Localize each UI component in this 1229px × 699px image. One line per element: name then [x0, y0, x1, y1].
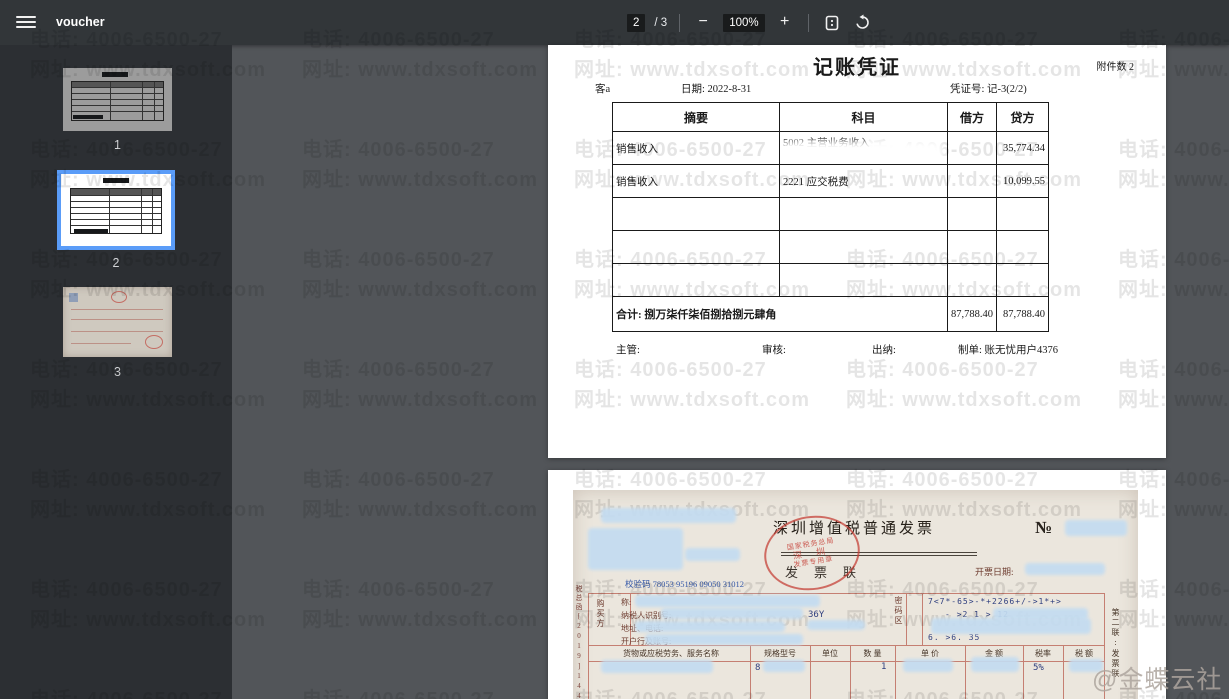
item-col-unit: 单位 — [812, 648, 848, 659]
thumbnail-image — [63, 287, 172, 357]
pdf-page-3: 深圳增值税普通发票 发票联 № 开票日期: 校验码 78053 95196 09… — [548, 470, 1166, 699]
page-total-label: / 3 — [654, 17, 667, 29]
item-col-taxrate: 税率 — [1025, 648, 1061, 659]
password-section-label: 密码区 — [893, 596, 904, 626]
cell-account — [780, 231, 948, 264]
thumbnail-label: 1 — [63, 138, 172, 152]
cell-debit — [948, 231, 997, 264]
cell-account — [780, 198, 948, 231]
taxid-suffix: 36Y — [808, 610, 824, 620]
password-text: 7<7*-65>-*+2266+/->1*+> — [928, 597, 1062, 606]
item-col-taxamt: 税 额 — [1065, 648, 1103, 659]
cell-debit — [948, 198, 997, 231]
col-header-credit: 贷方 — [997, 103, 1049, 132]
cell-summary: 销售收入 — [613, 165, 780, 198]
toolbar-divider — [808, 14, 809, 32]
item-taxrate-value: 5% — [1033, 663, 1044, 673]
cell-credit — [997, 264, 1049, 297]
table-row — [613, 231, 1049, 264]
cell-debit — [948, 132, 997, 165]
zoom-in-button[interactable]: + — [774, 12, 796, 34]
cell-debit — [948, 264, 997, 297]
item-qty-value: 1 — [881, 662, 886, 672]
invoice-scan: 深圳增值税普通发票 发票联 № 开票日期: 校验码 78053 95196 09… — [573, 490, 1138, 699]
invoice-date-label: 开票日期: — [975, 565, 1014, 578]
document-title: voucher — [56, 15, 105, 29]
item-col-price: 单 价 — [897, 648, 963, 659]
cell-debit — [948, 165, 997, 198]
thumbnail-selected-border — [57, 170, 175, 250]
redaction-blur — [784, 144, 940, 164]
voucher-number: 凭证号: 记-3(2/2) — [950, 81, 1027, 96]
cell-summary: 销售收入 — [613, 132, 780, 165]
item-col-spec: 规格型号 — [753, 648, 807, 659]
attachment-count: 附件数 2 — [1097, 58, 1135, 73]
cell-account: 2221 应交税费 — [780, 165, 948, 198]
cell-summary — [613, 264, 780, 297]
thumbnail-sidebar: 1 2 — [0, 45, 232, 699]
signer-preparer: 制单: 账无忧用户4376 — [958, 342, 1058, 357]
cell-summary — [613, 231, 780, 264]
menu-icon[interactable] — [16, 13, 36, 31]
buyer-section-label: 购买方 — [595, 599, 606, 629]
voucher-title: 记账凭证 — [548, 51, 1166, 80]
zoom-out-button[interactable]: − — [692, 12, 714, 34]
thumbnail-image — [61, 174, 171, 246]
cell-credit — [997, 231, 1049, 264]
toolbar-controls: 2 / 3 − 100% + — [627, 0, 874, 45]
signer-manager: 主管: — [616, 342, 640, 357]
company-name: 客a — [595, 81, 610, 96]
cell-credit — [997, 198, 1049, 231]
cell-account: 5002 主营业务收入 — [780, 132, 948, 165]
col-header-summary: 摘要 — [613, 103, 780, 132]
thumbnail-page-1[interactable]: 1 — [63, 68, 172, 131]
thumbnail-page-3[interactable]: 3 — [63, 287, 172, 357]
item-spec-value: 8 — [755, 663, 760, 673]
invoice-right-vertical-text: 第二联:发票联 — [1110, 608, 1121, 679]
fit-page-icon[interactable] — [821, 12, 843, 34]
col-header-debit: 借方 — [948, 103, 997, 132]
pdf-page-2: 记账凭证 附件数 2 客a 日期: 2022-8-31 凭证号: 记-3(2/2… — [548, 45, 1166, 458]
zoom-level: 100% — [723, 14, 764, 32]
invoice-check-code: 校验码 78053 95196 09050 31012 — [625, 578, 744, 590]
table-row — [613, 198, 1049, 231]
table-header-row: 摘要 科目 借方 贷方 — [613, 103, 1049, 132]
cell-summary — [613, 198, 780, 231]
item-col-qty: 数 量 — [852, 648, 893, 659]
buyer-name-label: 称: — [621, 597, 631, 608]
table-total-row: 合计: 捌万柒仟柒佰捌拾捌元肆角 87,788.40 87,788.40 — [613, 297, 1049, 332]
rotate-icon[interactable] — [852, 12, 874, 34]
cell-credit: 35,774.34 — [997, 132, 1049, 165]
password-text: 6. >6. 35 — [928, 633, 980, 642]
thumbnail-page-2-selected[interactable]: 2 — [57, 170, 175, 250]
invoice-no-label: № — [1035, 518, 1052, 538]
pdf-viewport[interactable]: 记账凭证 附件数 2 客a 日期: 2022-8-31 凭证号: 记-3(2/2… — [232, 45, 1229, 699]
toolbar: voucher 2 / 3 − 100% + — [0, 0, 1229, 45]
table-row: 销售收入 2221 应交税费 10,099.55 — [613, 165, 1049, 198]
cell-credit: 10,099.55 — [997, 165, 1049, 198]
voucher-table: 摘要 科目 借方 贷方 销售收入 5002 主营业务收入 35,774.34 销… — [612, 102, 1049, 332]
table-row — [613, 264, 1049, 297]
total-credit: 87,788.40 — [997, 297, 1049, 332]
table-row: 销售收入 5002 主营业务收入 35,774.34 — [613, 132, 1049, 165]
pdf-viewer-app: voucher 2 / 3 − 100% + — [0, 0, 1229, 699]
item-col-name: 货物或应税劳务、服务名称 — [605, 648, 737, 659]
signer-cashier: 出纳: — [872, 342, 896, 357]
page-number-input[interactable]: 2 — [627, 14, 645, 32]
voucher-date: 日期: 2022-8-31 — [681, 81, 751, 96]
col-header-account: 科目 — [780, 103, 948, 132]
total-label: 合计: 捌万柒仟柒佰捌拾捌元肆角 — [613, 297, 948, 332]
toolbar-divider — [679, 14, 680, 32]
invoice-left-vertical-text: 税总函[2019]144号 — [574, 585, 584, 699]
total-debit: 87,788.40 — [948, 297, 997, 332]
cell-account — [780, 264, 948, 297]
signer-reviewer: 审核: — [762, 342, 786, 357]
thumbnail-label: 3 — [63, 365, 172, 379]
thumbnail-label: 2 — [57, 256, 175, 270]
thumbnail-image — [63, 68, 172, 131]
